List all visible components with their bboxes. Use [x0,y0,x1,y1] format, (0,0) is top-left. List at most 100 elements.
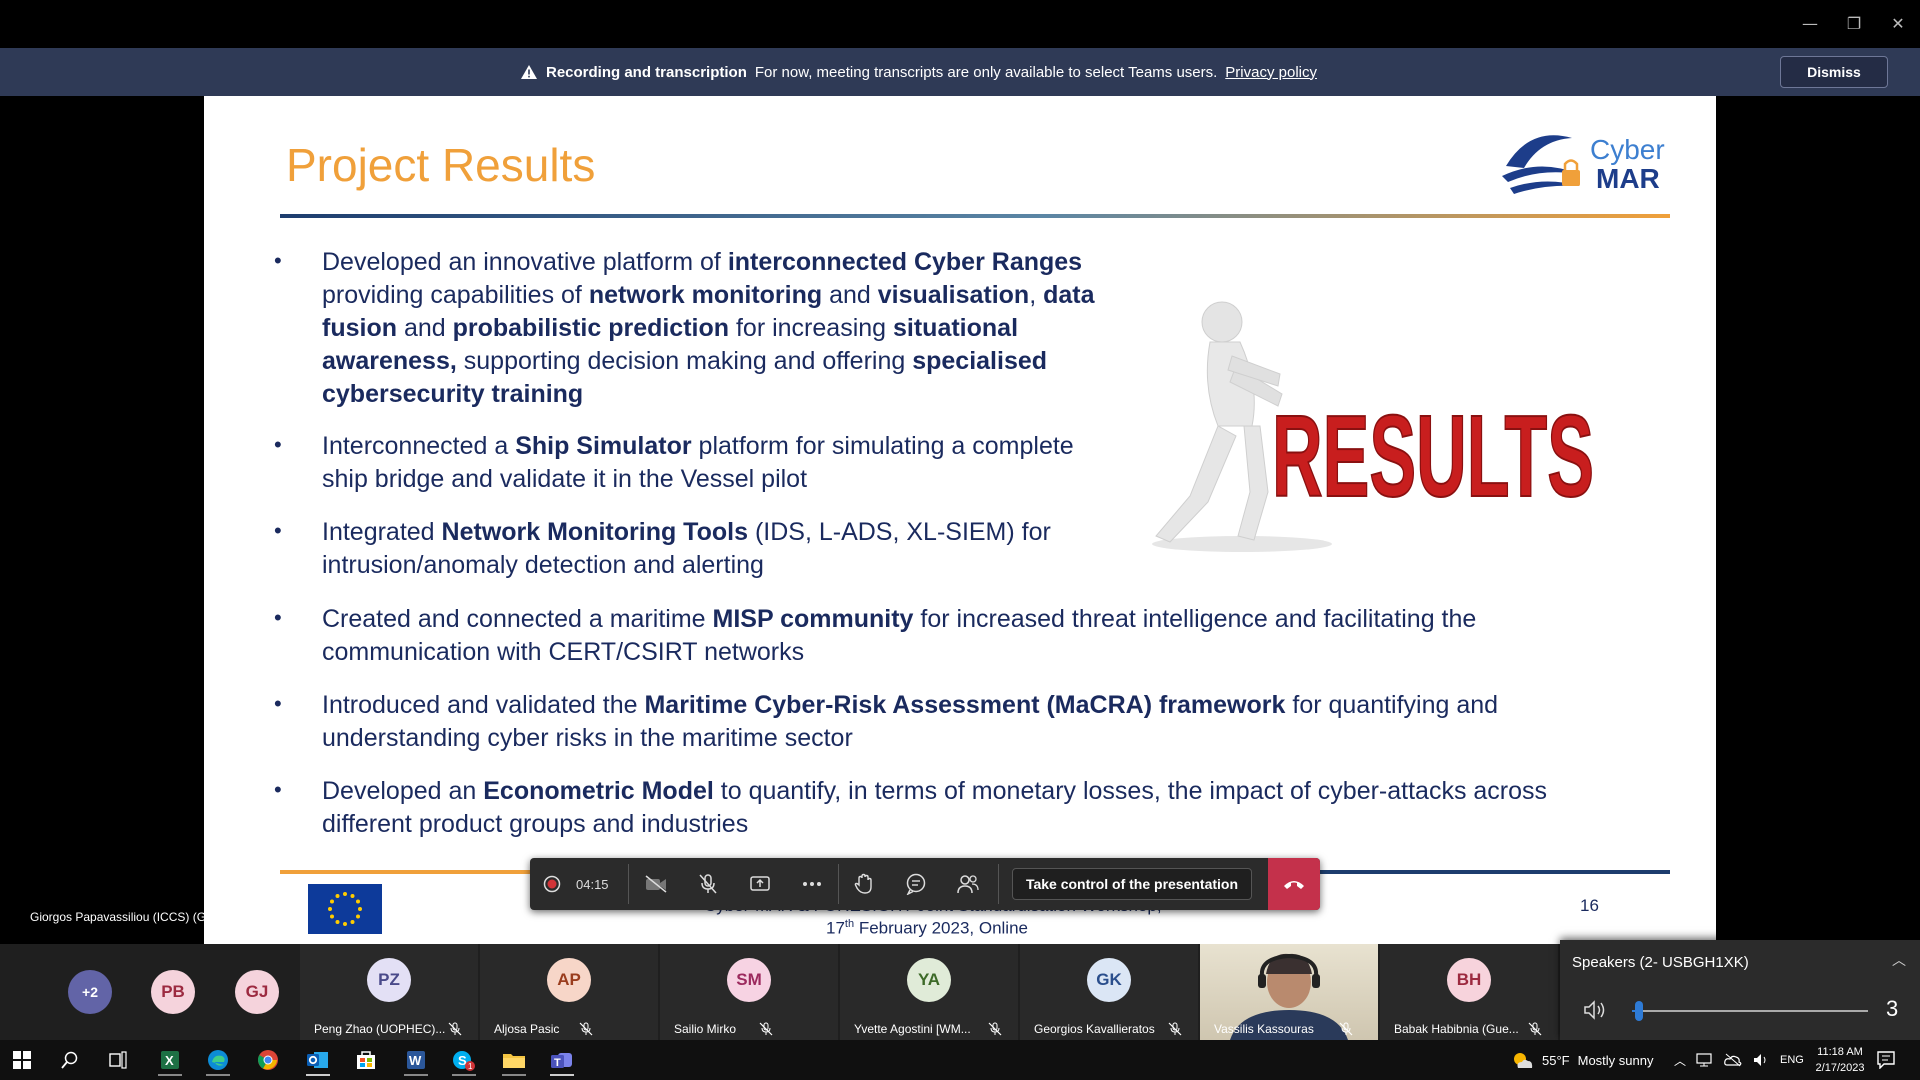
chevron-up-icon[interactable]: ︿ [1892,950,1906,970]
edge-icon[interactable] [198,1044,238,1076]
notifications-icon[interactable] [1866,1044,1906,1076]
bullet-line: different product groups and industries [322,810,749,838]
participant-avatar[interactable]: PB [151,970,195,1014]
shared-slide: Project Results Cyber MAR • Developed an … [204,96,1716,944]
weather-widget[interactable]: 55°F Mostly sunny [1510,1040,1653,1080]
results-illustration: RESULTS [1132,296,1602,556]
participant-name: Sailio Mirko [674,1022,737,1036]
participant-tile[interactable]: BH Babak Habibnia (Gue... [1380,944,1558,1040]
chat-icon[interactable] [900,868,932,900]
raise-hand-icon[interactable] [848,868,880,900]
store-icon[interactable] [346,1044,386,1076]
take-control-button[interactable]: Take control of the presentation [1012,868,1252,900]
footer-date: 17th February 2023, Online [826,918,1028,938]
volume-icon[interactable] [1752,1053,1770,1067]
participant-avatar: SM [727,958,771,1002]
eu-star [330,914,334,919]
bullet-dot: • [274,248,282,273]
bullet-line: fusion and probabilistic prediction for … [322,314,1019,342]
network-icon[interactable] [1696,1053,1714,1067]
meeting-timer: 04:15 [576,876,609,892]
share-screen-icon[interactable] [744,868,776,900]
eu-star [343,892,347,896]
bullet-line: Created and connected a maritime MISP co… [322,605,1477,633]
participant-name: Aljosa Pasic [494,1022,560,1036]
volume-value: 3 [1886,996,1899,1021]
task-view-icon[interactable] [98,1044,138,1076]
participant-avatar[interactable]: GJ [235,970,279,1014]
mic-off-icon [1528,1022,1542,1036]
participant-tile[interactable]: Vassilis Kassouras [1200,944,1378,1040]
search-icon[interactable] [50,1044,90,1076]
cybermar-logo: Cyber MAR [1500,124,1672,198]
bullet-line: intrusion/anomaly detection and alerting [322,551,764,579]
participant-avatar: BH [1447,958,1491,1002]
more-options-icon[interactable] [796,868,828,900]
leave-call-button[interactable] [1268,858,1320,910]
bullet-line: providing capabilities of network monito… [322,281,1095,309]
svg-text:T: T [554,1057,561,1069]
participant-avatar: PZ [367,958,411,1002]
participant-tile[interactable]: PZ Peng Zhao (UOPHEC)... [300,944,478,1040]
speaker-device-name[interactable]: Speakers (2- USBGH1XK) [1572,954,1749,971]
mic-off-icon [759,1022,773,1036]
skype-icon[interactable]: S1 [444,1044,484,1076]
eu-star [350,894,355,898]
slide-title: Project Results [286,139,596,191]
logo-mar-text: MAR [1596,163,1660,194]
svg-text:X: X [165,1053,174,1068]
eu-star [356,914,360,919]
recording-banner: Recording and transcription For now, mee… [0,48,1920,96]
results-art-text: RESULTS [1272,391,1594,521]
participant-name: Peng Zhao (UOPHEC)... [314,1022,446,1036]
bullet-line: awareness, supporting decision making an… [322,347,1048,375]
bullet-line: ship bridge and validate it in the Vesse… [322,465,808,493]
start-icon[interactable] [2,1044,42,1076]
minimize-icon[interactable]: — [1796,10,1824,38]
sun-cloud-icon [1514,1053,1533,1068]
presenter-name: Giorgos Papavassiliou (ICCS) (Guest) [30,910,233,924]
recording-icon [536,868,568,900]
bullet-line: Developed an Econometric Model to quanti… [322,777,1548,805]
meeting-controls: 04:15 Take control of the presentation [530,858,1320,910]
volume-thumb[interactable] [1635,1001,1644,1021]
speaker-icon[interactable] [1582,998,1608,1022]
teams-icon[interactable]: T [542,1044,582,1076]
participant-tile[interactable]: GK Georgios Kavallieratos [1020,944,1198,1040]
excel-icon[interactable]: X [150,1044,190,1076]
title-divider [280,214,1670,218]
mic-off-icon [1168,1022,1182,1036]
bullet-dot: • [274,691,282,716]
participants-icon[interactable] [952,868,984,900]
volume-slider[interactable] [1632,1001,1868,1021]
file-explorer-icon[interactable] [494,1044,534,1076]
camera-off-icon[interactable] [640,868,672,900]
participant-name: Vassilis Kassouras [1214,1022,1314,1036]
eu-flag-icon [308,884,382,934]
eu-star [330,899,334,904]
mic-off-icon[interactable] [692,868,724,900]
participant-tile[interactable]: SM Sailio Mirko [660,944,838,1040]
mic-off-icon [448,1022,462,1036]
bullet-dot: • [274,518,282,543]
participant-name: Georgios Kavallieratos [1034,1022,1155,1036]
participant-tile[interactable]: AP Aljosa Pasic [480,944,658,1040]
bullet-line: Integrated Network Monitoring Tools (IDS… [322,518,1051,546]
eu-star [350,920,355,924]
word-icon[interactable]: W [396,1044,436,1076]
banner-text: For now, meeting transcripts are only av… [754,63,1218,81]
more-participants-badge[interactable]: +2 [68,970,112,1014]
participant-tile[interactable]: YA Yvette Agostini [WM... [840,944,1018,1040]
chrome-icon[interactable] [248,1044,288,1076]
close-icon[interactable]: ✕ [1884,10,1912,38]
svg-text:W: W [409,1053,422,1068]
restore-icon[interactable]: ❐ [1840,10,1868,38]
bullet-line: Developed an innovative platform of inte… [322,248,1083,276]
chevron-up-icon[interactable]: ︿ [1674,1052,1686,1069]
outlook-icon[interactable] [298,1044,338,1076]
privacy-policy-link[interactable]: Privacy policy [1225,64,1317,81]
hang-up-icon [1284,881,1304,889]
mic-off-icon [988,1022,1002,1036]
cloud-offline-icon[interactable] [1724,1053,1742,1067]
dismiss-button[interactable]: Dismiss [1780,56,1888,88]
